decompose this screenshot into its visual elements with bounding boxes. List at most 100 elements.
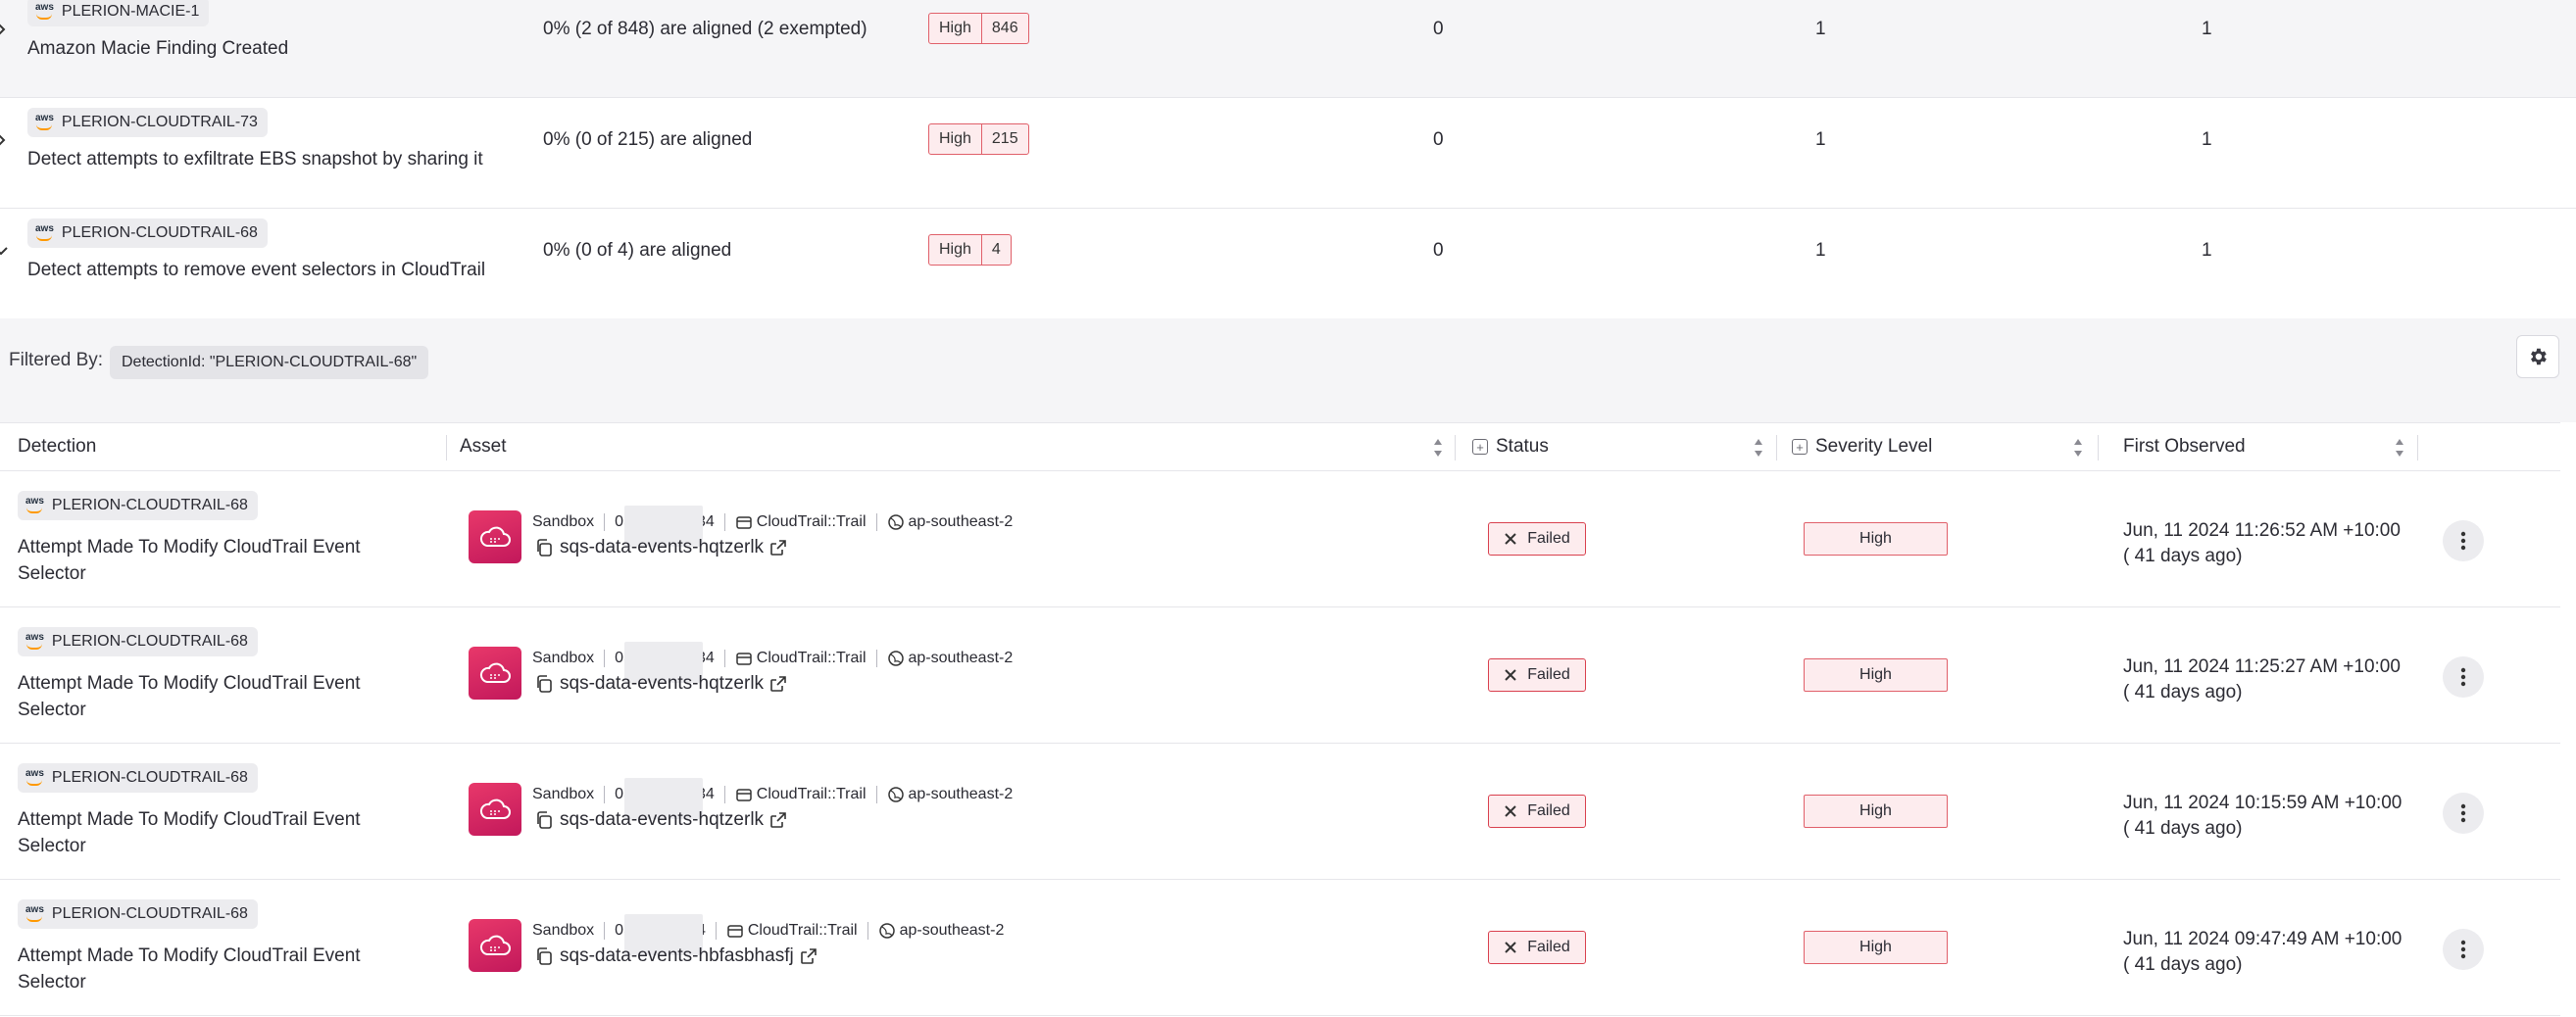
status-badge: Failed (1488, 795, 1586, 828)
count-cell: 1 (1815, 19, 1826, 39)
first-observed: Jun, 11 2024 09:47:49 AM +10:00 ( 41 days… (2123, 927, 2402, 978)
status-badge: Failed (1488, 658, 1586, 692)
copy-icon[interactable] (534, 674, 554, 694)
asset-name-link[interactable]: sqs-data-events-hbfasbhasfj (560, 945, 794, 967)
group-by-icon[interactable]: + (1472, 439, 1488, 455)
severity-badge: High (1804, 931, 1948, 964)
column-header-first-observed[interactable]: First Observed (2123, 436, 2246, 458)
count-cell: 0 (1433, 129, 1444, 150)
account-name: Sandbox (532, 922, 595, 939)
cloud-trail-icon (469, 783, 521, 836)
detection-id: PLERION-CLOUDTRAIL-68 (51, 633, 248, 650)
copy-icon[interactable] (534, 538, 554, 557)
severity-count: 215 (980, 124, 1028, 154)
group-by-icon[interactable]: + (1792, 439, 1808, 455)
aligned-summary: 0% (0 of 4) are aligned (543, 240, 732, 261)
detection-id-chip[interactable]: aws PLERION-CLOUDTRAIL-73 (27, 108, 268, 137)
first-observed-relative: ( 41 days ago) (2123, 954, 2243, 975)
aws-logo-icon: aws (25, 904, 44, 922)
cloud-trail-icon (469, 919, 521, 972)
column-header-detection-label: Detection (18, 436, 97, 457)
status-badge: Failed (1488, 931, 1586, 964)
settings-button[interactable] (2516, 335, 2559, 378)
sort-icon[interactable] (2394, 437, 2405, 459)
column-divider[interactable] (1776, 435, 1777, 460)
aws-logo-icon: aws (25, 632, 44, 650)
detection-id: PLERION-CLOUDTRAIL-73 (61, 114, 258, 130)
external-link-icon[interactable] (800, 947, 817, 965)
resource-type-icon (727, 925, 743, 938)
column-divider[interactable] (1455, 435, 1456, 460)
table-row[interactable]: aws PLERION-CLOUDTRAIL-68 Attempt Made To … (0, 471, 2560, 607)
external-link-icon[interactable] (769, 539, 787, 557)
row-actions-button[interactable] (2443, 520, 2484, 561)
count-cell: 1 (1815, 129, 1826, 150)
column-divider[interactable] (2417, 435, 2418, 460)
severity-badge: High (1804, 658, 1948, 692)
severity-badge: High (1804, 522, 1948, 556)
chevron-right-icon[interactable] (0, 133, 8, 147)
detection-id-chip[interactable]: aws PLERION-CLOUDTRAIL-68 (18, 899, 258, 929)
detection-summary-row[interactable]: aws PLERION-MACIE-1 Amazon Macie Finding C… (0, 0, 2576, 98)
detection-id-chip[interactable]: aws PLERION-CLOUDTRAIL-68 (18, 491, 258, 520)
first-observed-relative: ( 41 days ago) (2123, 818, 2243, 839)
column-header-status[interactable]: + Status (1472, 436, 1549, 458)
filter-bar: Filtered By: DetectionId: "PLERION-CLOUD… (0, 318, 2576, 422)
asset-name-link[interactable]: sqs-data-events-hqtzerlk (560, 537, 764, 558)
sort-icon[interactable] (1432, 437, 1444, 459)
asset-name-line: sqs-data-events-hbfasbhasfj (534, 945, 817, 967)
external-link-icon[interactable] (769, 811, 787, 829)
grid-header: Detection Asset + Status + Severity Level … (0, 422, 2560, 471)
asset-name-link[interactable]: sqs-data-events-hqtzerlk (560, 673, 764, 695)
detection-summary-row[interactable]: aws PLERION-CLOUDTRAIL-68 Detect attempts … (0, 209, 2576, 319)
filter-chip[interactable]: DetectionId: "PLERION-CLOUDTRAIL-68" (110, 346, 429, 379)
chevron-right-icon[interactable] (0, 23, 8, 36)
detection-id-chip[interactable]: aws PLERION-CLOUDTRAIL-68 (18, 627, 258, 656)
close-icon (1505, 669, 1516, 681)
detection-title: Amazon Macie Finding Created (27, 38, 289, 59)
detection-summary-row[interactable]: aws PLERION-CLOUDTRAIL-73 Detect attempts … (0, 98, 2576, 209)
close-icon (1505, 942, 1516, 953)
first-observed-relative: ( 41 days ago) (2123, 546, 2243, 566)
copy-icon[interactable] (534, 946, 554, 966)
table-row[interactable]: aws PLERION-CLOUDTRAIL-68 Attempt Made To … (0, 744, 2560, 880)
severity-badge: High (1804, 795, 1948, 828)
column-header-asset[interactable]: Asset (460, 436, 507, 458)
row-actions-button[interactable] (2443, 929, 2484, 970)
column-divider[interactable] (2098, 435, 2099, 460)
gear-icon (2531, 348, 2547, 365)
detection-id: PLERION-CLOUDTRAIL-68 (51, 769, 248, 786)
asset-name-link[interactable]: sqs-data-events-hqtzerlk (560, 809, 764, 831)
detection-title: Attempt Made To Modify CloudTrail Event … (18, 673, 361, 720)
sort-icon[interactable] (2072, 437, 2084, 459)
asset-name-line: sqs-data-events-hqtzerlk (534, 809, 787, 831)
close-icon (1505, 533, 1516, 545)
severity-label: High (939, 130, 971, 147)
aws-logo-icon: aws (35, 2, 54, 20)
detection-title: Detect attempts to exfiltrate EBS snapsh… (27, 149, 483, 170)
table-row[interactable]: aws PLERION-CLOUDTRAIL-68 Attempt Made To … (0, 607, 2560, 744)
region: ap-southeast-2 (899, 922, 1005, 939)
copy-icon[interactable] (534, 810, 554, 830)
count-cell: 1 (1815, 240, 1826, 261)
severity-count: 4 (980, 235, 1011, 265)
column-divider[interactable] (446, 435, 447, 460)
table-row[interactable]: aws PLERION-CLOUDTRAIL-68 Attempt Made To … (0, 880, 2560, 1016)
external-link-icon[interactable] (769, 675, 787, 693)
globe-icon (887, 787, 904, 802)
aligned-summary: 0% (2 of 848) are aligned (2 exempted) (543, 19, 867, 39)
filter-label: Filtered By: (9, 350, 104, 370)
column-header-detection[interactable]: Detection (18, 436, 96, 458)
aligned-summary: 0% (0 of 215) are aligned (543, 129, 753, 150)
detection-id-chip[interactable]: aws PLERION-CLOUDTRAIL-68 (18, 763, 258, 793)
chevron-down-icon[interactable] (0, 244, 8, 258)
detection-id: PLERION-CLOUDTRAIL-68 (61, 224, 258, 241)
row-actions-button[interactable] (2443, 656, 2484, 698)
detection-id: PLERION-MACIE-1 (61, 3, 200, 20)
resource-type: CloudTrail::Trail (756, 786, 867, 802)
column-header-severity[interactable]: + Severity Level (1792, 436, 1932, 458)
row-actions-button[interactable] (2443, 793, 2484, 834)
detection-id-chip[interactable]: aws PLERION-CLOUDTRAIL-68 (27, 218, 268, 248)
sort-icon[interactable] (1753, 437, 1764, 459)
detection-id-chip[interactable]: aws PLERION-MACIE-1 (27, 0, 210, 26)
